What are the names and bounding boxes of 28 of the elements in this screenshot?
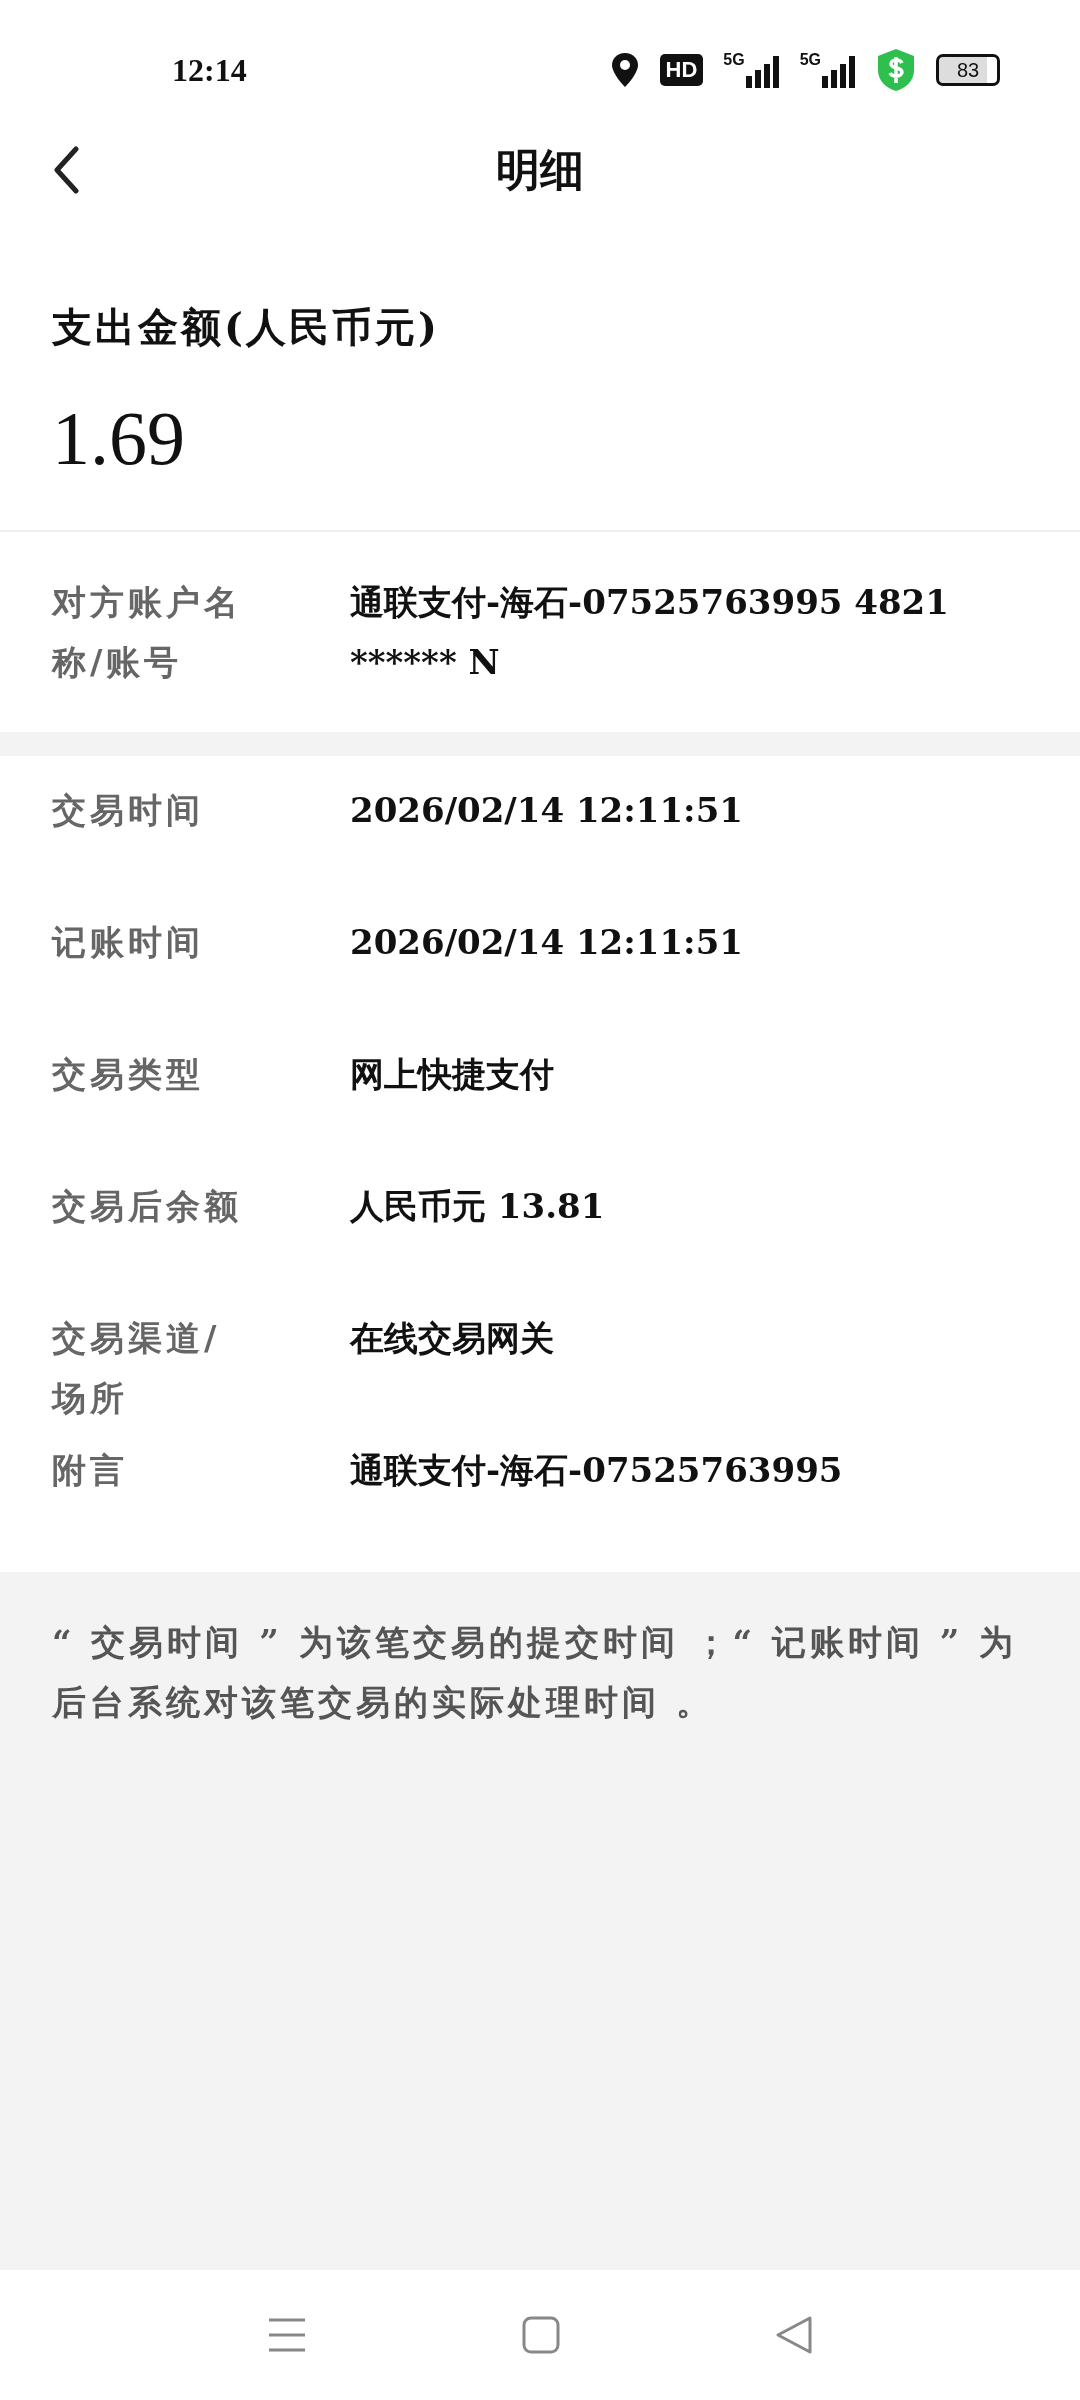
field-label: 对方账户名称/账号 bbox=[52, 581, 243, 684]
field-value: 2026/02/14 12:11:51 bbox=[350, 789, 744, 832]
battery-indicator: 83 bbox=[936, 54, 1000, 86]
hd-badge: HD bbox=[659, 54, 704, 86]
signal-indicator: 5G bbox=[799, 52, 856, 88]
status-time: 12:14 bbox=[172, 51, 247, 89]
field-value: 在线交易网关 bbox=[350, 1317, 555, 1360]
field-label: 附言 bbox=[52, 1449, 129, 1492]
home-icon[interactable] bbox=[522, 2316, 560, 2354]
field-value: 网上快捷支付 bbox=[350, 1053, 555, 1096]
page-title: 明细 bbox=[496, 142, 584, 197]
field-value: 2026/02/14 12:11:51 bbox=[350, 921, 744, 964]
location-icon bbox=[609, 52, 640, 88]
field-label: 交易后余额 bbox=[52, 1185, 243, 1228]
field-value: 通联支付-海石-07525763995 4821 ****** N bbox=[350, 581, 950, 684]
field-value: 通联支付-海石-07525763995 bbox=[350, 1449, 844, 1492]
field-label: 记账时间 bbox=[52, 921, 205, 964]
field-label: 交易类型 bbox=[52, 1053, 205, 1096]
field-label: 交易时间 bbox=[52, 789, 205, 832]
amount-value: 1.69 bbox=[52, 395, 186, 482]
note-text: “ 交易时间 ” 为该笔交易的提交时间 ；“ 记账时间 ” 为后台系统对该笔交易的实际处理时间 。 bbox=[52, 1621, 1019, 1724]
amount-label: 支出金额(人民币元) bbox=[52, 302, 441, 352]
shield-icon bbox=[876, 48, 916, 92]
menu-icon[interactable] bbox=[267, 2317, 308, 2353]
field-value: 人民币元 13.81 bbox=[350, 1185, 606, 1228]
signal-indicator: 5G bbox=[723, 52, 780, 88]
field-label: 交易渠道/场所 bbox=[52, 1317, 222, 1420]
back-icon[interactable] bbox=[52, 146, 80, 194]
